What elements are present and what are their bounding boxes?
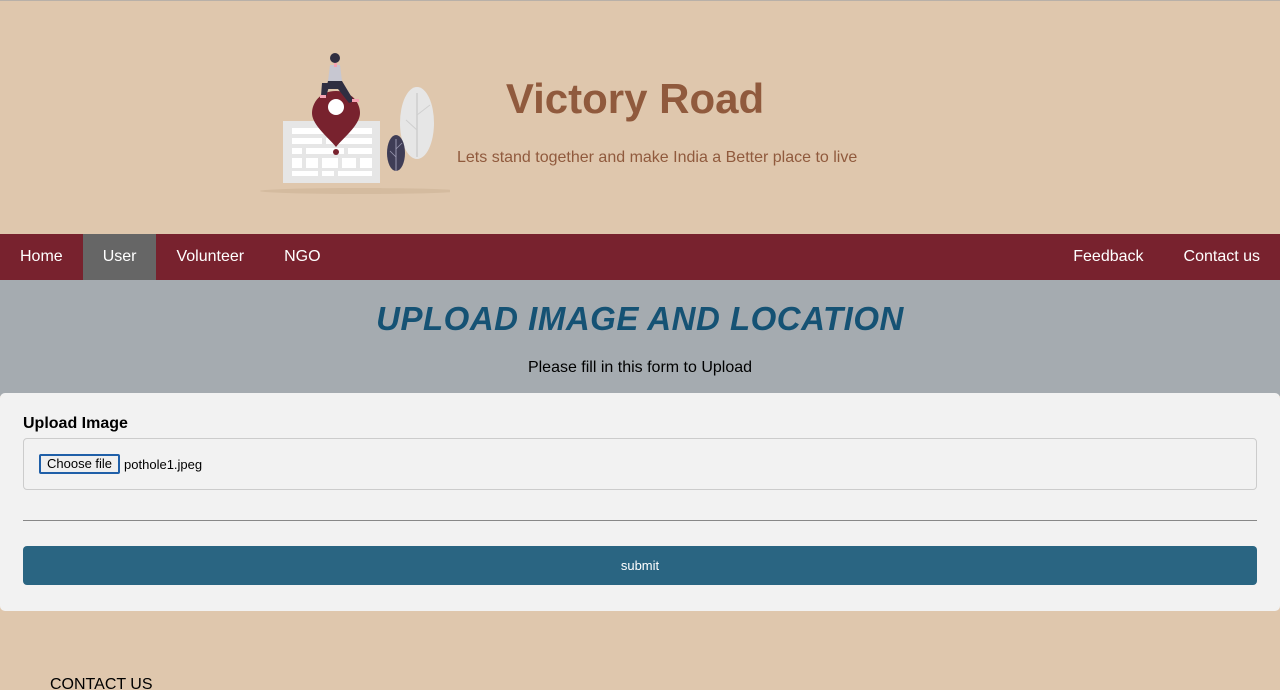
submit-button[interactable]: submit: [23, 546, 1257, 585]
footer-contact-heading: CONTACT US: [50, 676, 153, 690]
form-instructions: Please fill in this form to Upload: [527, 359, 753, 376]
page-title: UPLOAD IMAGE AND LOCATION: [376, 300, 904, 337]
nav-left-group: Home User Volunteer NGO: [0, 234, 341, 280]
main-navbar: Home User Volunteer NGO Feedback Contact…: [0, 234, 1280, 280]
site-header: Victory Road Lets stand together and mak…: [0, 1, 1280, 234]
file-input-field[interactable]: Choose file pothole1.jpeg: [23, 438, 1257, 490]
nav-item-volunteer[interactable]: Volunteer: [156, 234, 264, 280]
nav-item-user[interactable]: User: [82, 234, 157, 280]
nav-right-group: Feedback Contact us: [1053, 234, 1280, 280]
site-title: Victory Road: [505, 75, 765, 122]
map-pin-illustration-icon: [260, 53, 450, 194]
nav-item-home[interactable]: Home: [0, 234, 83, 280]
nav-item-ngo[interactable]: NGO: [264, 234, 340, 280]
upload-section-header: UPLOAD IMAGE AND LOCATION Please fill in…: [0, 280, 1280, 396]
site-tagline: Lets stand together and make India a Bet…: [457, 149, 858, 166]
form-divider: [23, 520, 1257, 521]
nav-item-contact-us[interactable]: Contact us: [1164, 234, 1280, 280]
choose-file-button[interactable]: Choose file: [39, 454, 121, 474]
selected-file-name: pothole1.jpeg: [124, 456, 203, 472]
nav-item-feedback[interactable]: Feedback: [1053, 234, 1163, 280]
upload-form: Upload Image Choose file pothole1.jpeg s…: [0, 393, 1280, 611]
upload-image-label: Upload Image: [23, 415, 128, 432]
